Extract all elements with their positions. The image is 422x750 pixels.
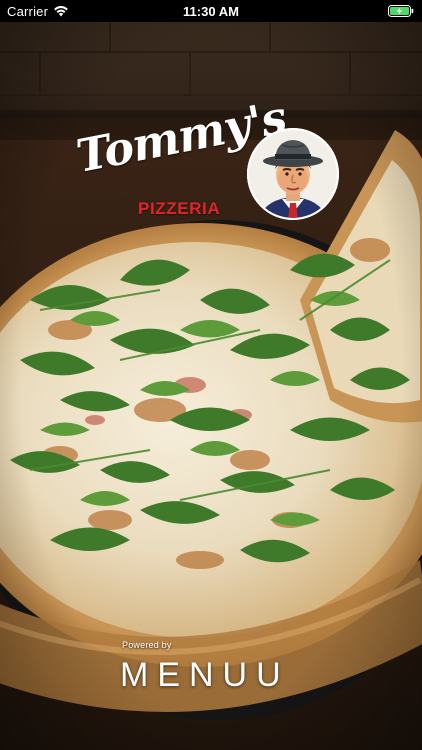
battery-charging-icon <box>388 5 414 17</box>
powered-by-badge: Powered by MENUU <box>120 640 310 696</box>
tommys-pizzeria-logo: Tommy's PIZZERIA <box>72 91 342 226</box>
splash-screen: Carrier 11:30 AM Tommy's PIZZERIA Powere… <box>0 0 422 750</box>
powered-by-label: Powered by <box>122 640 172 650</box>
clock-time: 11:30 AM <box>183 4 239 19</box>
brand-sub-text: PIZZERIA <box>138 199 221 218</box>
status-bar: Carrier 11:30 AM <box>0 0 422 22</box>
brand-wordmark: Tommy's PIZZERIA <box>72 91 290 226</box>
mascot-portrait-icon <box>247 128 339 220</box>
menuu-logo: MENUU <box>120 656 290 694</box>
